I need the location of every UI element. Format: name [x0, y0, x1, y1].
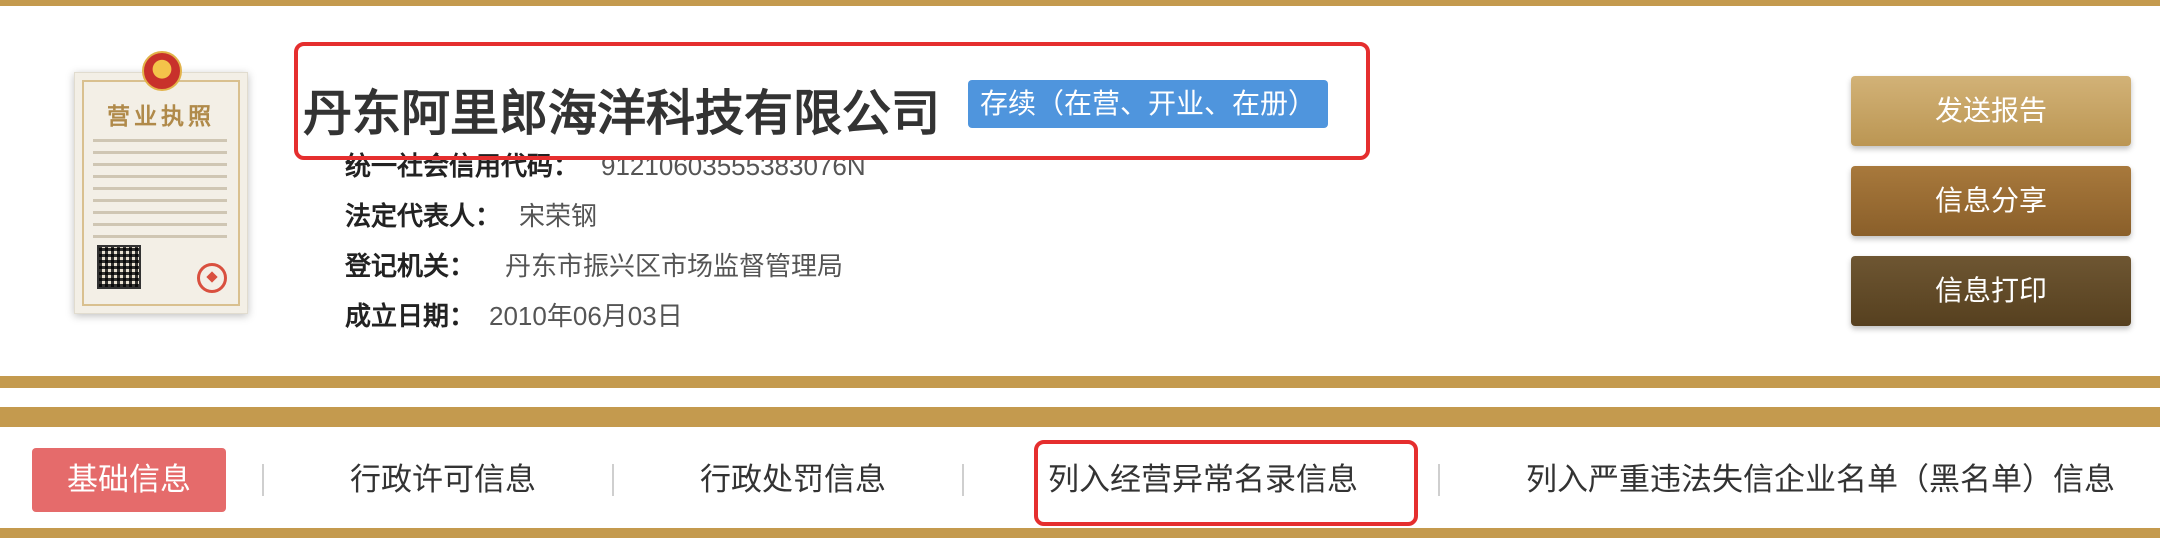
bottom-gold-bar — [0, 528, 2160, 538]
tab-separator — [1438, 464, 1440, 496]
reg-authority-row: 登记机关： 丹东市振兴区市场监督管理局 — [345, 246, 843, 283]
tab-blacklist[interactable]: 列入严重违法失信企业名单（黑名单）信息 — [1526, 448, 2115, 512]
tab-basic-info[interactable]: 基础信息 — [32, 448, 226, 512]
license-title: 营业执照 — [107, 103, 215, 130]
official-seal-icon — [197, 263, 227, 293]
legal-rep-label: 法定代表人： — [345, 201, 502, 231]
share-info-button[interactable]: 信息分享 — [1851, 166, 2131, 236]
national-emblem-icon — [142, 51, 182, 91]
send-report-button[interactable]: 发送报告 — [1851, 76, 2131, 146]
top-gold-bar — [0, 0, 2160, 6]
legal-rep-row: 法定代表人： 宋荣钢 — [345, 196, 597, 233]
founded-date-label: 成立日期： — [345, 301, 476, 331]
tabbar-top-gold-bar — [0, 407, 2160, 427]
tab-separator — [262, 464, 264, 496]
reg-authority-value: 丹东市振兴区市场监督管理局 — [505, 251, 844, 281]
abnormal-tab-highlight-box — [1034, 440, 1418, 526]
legal-rep-value: 宋荣钢 — [519, 201, 598, 231]
founded-date-row: 成立日期： 2010年06月03日 — [345, 296, 683, 333]
tab-separator — [962, 464, 964, 496]
reg-authority-label: 登记机关： — [345, 251, 476, 281]
tab-admin-permit[interactable]: 行政许可信息 — [350, 448, 536, 512]
company-name-highlight-box — [294, 42, 1370, 160]
license-text-lines — [93, 139, 227, 247]
section-divider-gold — [0, 376, 2160, 388]
print-info-button[interactable]: 信息打印 — [1851, 256, 2131, 326]
tab-separator — [612, 464, 614, 496]
business-license-image[interactable]: 营业执照 — [74, 51, 248, 314]
founded-date-value: 2010年06月03日 — [489, 301, 683, 331]
qr-code-icon — [97, 245, 141, 289]
tab-admin-penalty[interactable]: 行政处罚信息 — [700, 448, 886, 512]
